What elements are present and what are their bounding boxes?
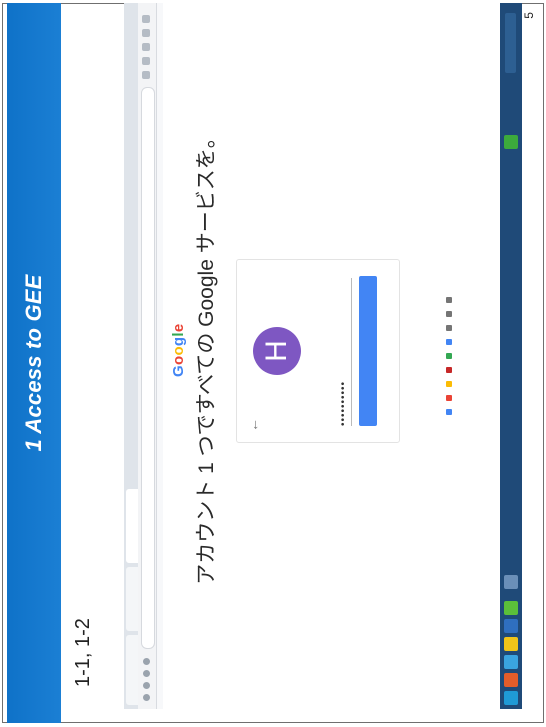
- taskbar-app-icon[interactable]: [504, 619, 518, 633]
- folder-icon[interactable]: [504, 637, 518, 651]
- extension-icon[interactable]: [142, 57, 150, 65]
- login-headline: アカウント 1 つですべての Google サービスを。: [195, 127, 218, 585]
- logo-letter: e: [170, 323, 187, 333]
- browser-tab[interactable]: [126, 567, 138, 631]
- title-bar: 1 Access to GEE: [7, 3, 61, 723]
- app-icon[interactable]: [446, 381, 452, 387]
- page-number: 5: [522, 12, 536, 19]
- logo-letter: g: [170, 336, 187, 347]
- taskbar-app-icon[interactable]: [504, 575, 518, 589]
- system-tray[interactable]: [505, 13, 516, 73]
- windows-taskbar: [500, 3, 522, 709]
- taskbar-app-icon[interactable]: [504, 655, 518, 669]
- login-card: ← H ••••••••••: [236, 259, 400, 443]
- app-icon[interactable]: [446, 297, 452, 303]
- logo-letter: G: [170, 365, 187, 377]
- google-apps-icons: [446, 3, 452, 709]
- app-icon[interactable]: [446, 325, 452, 331]
- next-button[interactable]: [359, 276, 377, 426]
- avatar[interactable]: H: [253, 327, 301, 375]
- back-arrow-icon[interactable]: ←: [245, 418, 261, 432]
- start-icon[interactable]: [504, 691, 518, 705]
- app-icon[interactable]: [446, 367, 452, 373]
- taskbar-app-icon[interactable]: [504, 135, 518, 149]
- back-icon[interactable]: [143, 694, 150, 701]
- app-icon[interactable]: [446, 353, 452, 359]
- forward-icon[interactable]: [143, 682, 150, 689]
- browser-tab-strip[interactable]: [124, 3, 139, 709]
- extension-icon[interactable]: [142, 43, 150, 51]
- address-bar[interactable]: [141, 87, 155, 649]
- logo-letter: l: [170, 332, 187, 337]
- app-icon[interactable]: [446, 339, 452, 345]
- logo-letter: o: [170, 346, 187, 356]
- home-icon[interactable]: [143, 658, 150, 665]
- slide: 1 Access to GEE 1-1, 1-2 Google アカウント 1 …: [0, 0, 546, 727]
- browser-screenshot: Google アカウント 1 つですべての Google サービスを。 ← H …: [124, 3, 522, 709]
- slide-title: 1 Access to GEE: [21, 274, 46, 452]
- app-icon[interactable]: [446, 311, 452, 317]
- profile-icon[interactable]: [142, 29, 150, 37]
- app-icon[interactable]: [446, 409, 452, 415]
- extension-icon[interactable]: [142, 71, 150, 79]
- browser-tab[interactable]: [126, 635, 138, 705]
- google-logo: Google: [170, 324, 187, 378]
- browser-toolbar: [138, 3, 157, 709]
- slide-subtitle: 1-1, 1-2: [72, 618, 94, 687]
- reload-icon[interactable]: [143, 670, 150, 677]
- bookmark-bar: [157, 3, 163, 709]
- menu-icon[interactable]: [142, 15, 150, 23]
- app-icon[interactable]: [446, 395, 452, 401]
- logo-letter: o: [170, 355, 187, 366]
- password-field[interactable]: ••••••••••: [337, 278, 352, 426]
- taskbar-app-icon[interactable]: [504, 673, 518, 687]
- browser-tab-active[interactable]: [126, 489, 138, 563]
- taskbar-app-icon[interactable]: [504, 601, 518, 615]
